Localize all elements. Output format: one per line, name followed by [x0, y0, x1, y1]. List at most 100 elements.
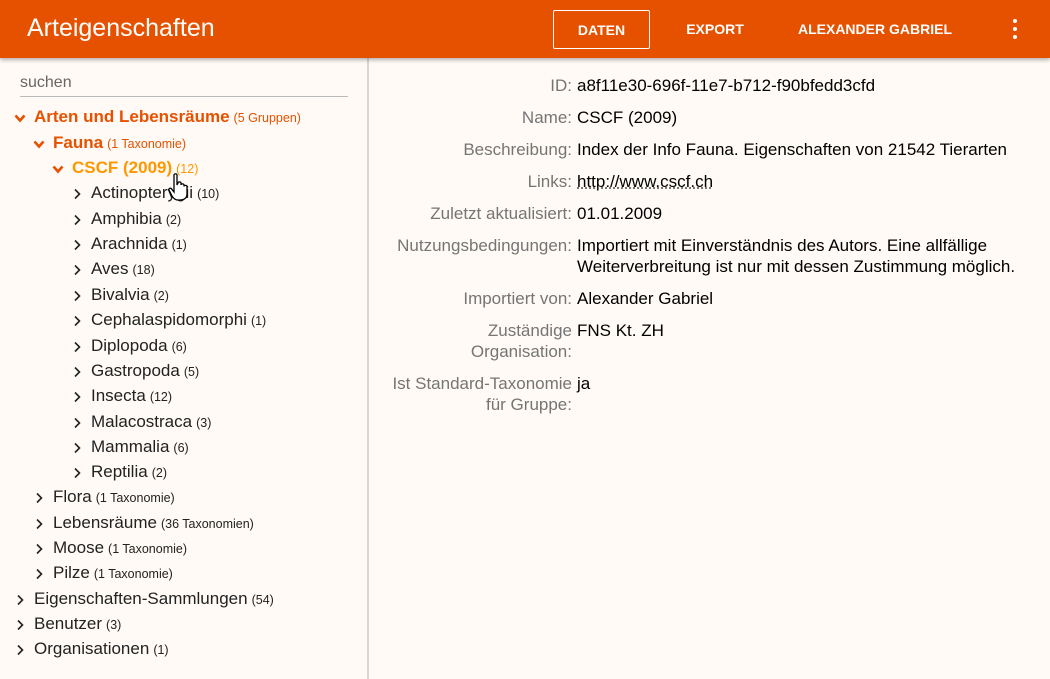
detail-label-beschreibung: Beschreibung: [463, 140, 572, 159]
tree-node-count: (2) [151, 466, 167, 480]
chevron-right-icon[interactable] [71, 366, 83, 378]
tree-node-label: CSCF (2009) [72, 158, 173, 177]
organisation-label-line-2: Organisation: [470, 342, 572, 361]
detail-value-id: a8f11e30-696f-11e7-b712-f90bfedd3cfd [577, 76, 876, 95]
chevron-right-icon[interactable] [71, 239, 83, 251]
nav-daten-button[interactable]: Daten [553, 10, 650, 49]
tree-node[interactable]: Diplopoda (6) [71, 334, 187, 358]
tree-node[interactable]: Fauna (1 Taxonomie) [33, 131, 186, 155]
tree-node[interactable]: Eigenschaften-Sammlungen (54) [14, 587, 274, 611]
chevron-right-icon[interactable] [71, 214, 83, 226]
tree-node[interactable]: Gastropoda (5) [71, 359, 199, 383]
chevron-down-icon[interactable] [33, 138, 45, 150]
tree-node-count: (2) [153, 289, 169, 303]
chevron-right-icon[interactable] [33, 543, 45, 555]
organisation-label-line-1: Zuständige [487, 321, 572, 340]
detail-label-aktualisiert: Zuletzt aktualisiert: [430, 204, 572, 223]
detail-value-links: http://www.cscf.ch [577, 171, 713, 192]
tree-node[interactable]: Organisationen (1) [14, 637, 169, 661]
search-input[interactable] [20, 70, 348, 97]
tree-node-label: Lebensräume [53, 513, 157, 532]
tree-node-label: Malacostraca [91, 412, 193, 431]
tree-node[interactable]: Lebensräume (36 Taxonomien) [33, 511, 254, 535]
tree-node-count: (1 Taxonomie) [93, 567, 173, 581]
chevron-right-icon[interactable] [14, 644, 26, 656]
nav-export-button[interactable]: Export [670, 10, 760, 49]
tree-node[interactable]: Cephalaspidomorphi (1) [71, 308, 266, 332]
standard-label-line-2: für Gruppe: [486, 395, 572, 414]
tree-node[interactable]: Flora (1 Taxonomie) [33, 485, 175, 509]
chevron-right-icon[interactable] [71, 417, 83, 429]
tree-node[interactable]: Mammalia (6) [71, 435, 189, 459]
tree-node[interactable]: Aves (18) [71, 257, 155, 281]
tree-node[interactable]: CSCF (2009) (12) [52, 156, 198, 180]
tree-node-label: Bivalvia [91, 285, 150, 304]
chevron-right-icon[interactable] [71, 442, 83, 454]
chevron-right-icon[interactable] [14, 594, 26, 606]
chevron-right-icon[interactable] [71, 188, 83, 200]
chevron-right-icon[interactable] [14, 619, 26, 631]
tree-node[interactable]: Moose (1 Taxonomie) [33, 536, 187, 560]
chevron-right-icon[interactable] [71, 290, 83, 302]
nutzung-line-1: Importiert mit Einverständnis des Autors… [577, 236, 988, 255]
tree-node[interactable]: Pilze (1 Taxonomie) [33, 561, 173, 585]
chevron-right-icon[interactable] [33, 518, 45, 530]
tree-node-count: (6) [171, 340, 187, 354]
tree-node-count: (5) [183, 365, 200, 379]
detail-value-beschreibung: Index der Info Fauna. Eigenschaften von … [577, 140, 1008, 159]
tree-node-label: Diplopoda [91, 336, 168, 355]
tree-node[interactable]: Amphibia (2) [71, 207, 181, 231]
chevron-right-icon[interactable] [71, 391, 83, 403]
tree-node-label: Cephalaspidomorphi [91, 310, 247, 329]
tree-node[interactable]: Reptilia (2) [71, 460, 167, 484]
tree-node-label: Aves [91, 259, 129, 278]
tree-node-label: Organisationen [34, 639, 150, 658]
tree-node-label: Arten und Lebensräume [34, 107, 230, 126]
app-bar: Arteigenschaften Daten Export Alexander … [0, 0, 1050, 58]
chevron-right-icon[interactable] [71, 467, 83, 479]
tree-node-count: (5 Gruppen) [233, 111, 301, 125]
chevron-right-icon[interactable] [71, 341, 83, 353]
tree-node[interactable]: Arten und Lebensräume (5 Gruppen) [14, 105, 301, 129]
cscf-link[interactable]: http://www.cscf.ch [577, 172, 713, 191]
tree-node-label: Gastropoda [91, 361, 180, 380]
chevron-down-icon[interactable] [52, 163, 64, 175]
tree-node-label: Insecta [91, 386, 146, 405]
detail-value-standard: ja [577, 374, 591, 393]
detail-label-importiert: Importiert von: [463, 289, 572, 308]
tree-node-label: Flora [53, 487, 92, 506]
chevron-right-icon[interactable] [71, 315, 83, 327]
chevron-right-icon[interactable] [33, 492, 45, 504]
tree-node-count: (18) [132, 263, 155, 277]
tree-node-count: (36 Taxonomien) [160, 517, 254, 531]
nav-user-button[interactable]: Alexander Gabriel [785, 10, 965, 49]
tree-node-count: (3) [106, 618, 122, 632]
tree-node-count: (1 Taxonomie) [107, 137, 187, 151]
detail-label-nutzung: Nutzungsbedingungen: [397, 236, 572, 255]
tree-node-label: Moose [53, 538, 105, 557]
tree-node[interactable]: Benutzer (3) [14, 612, 121, 636]
tree-node-count: (1 Taxonomie) [95, 491, 175, 505]
tree-node[interactable]: Bivalvia (2) [71, 283, 169, 307]
tree-node-count: (12) [149, 390, 173, 404]
tree-node-count: (54) [251, 593, 274, 607]
chevron-right-icon[interactable] [71, 264, 83, 276]
chevron-down-icon[interactable] [14, 112, 26, 124]
tree-node-label: Pilze [53, 563, 90, 582]
tree-node[interactable]: Malacostraca (3) [71, 410, 211, 434]
tree-node[interactable]: Arachnida (1) [71, 232, 187, 256]
tree-node-count: (2) [165, 213, 182, 227]
tree-node[interactable]: Actinopterygii (10) [71, 181, 219, 205]
nutzung-line-2: Weiterverbreitung ist nur mit dessen Zus… [577, 257, 1016, 276]
detail-label-organisation: Zuständige Organisation: [372, 320, 572, 362]
tree-node[interactable]: Insecta (12) [71, 384, 172, 408]
chevron-right-icon[interactable] [33, 568, 45, 580]
detail-value-importiert: Alexander Gabriel [577, 289, 714, 308]
more-vert-icon[interactable] [1006, 14, 1024, 44]
tree-node-label: Arachnida [91, 234, 168, 253]
tree-node-label: Eigenschaften-Sammlungen [34, 589, 248, 608]
tree-node-count: (12) [176, 162, 199, 176]
detail-label-id: ID: [550, 76, 572, 95]
tree-node-label: Mammalia [91, 437, 170, 456]
tree-node-count: (6) [173, 441, 189, 455]
